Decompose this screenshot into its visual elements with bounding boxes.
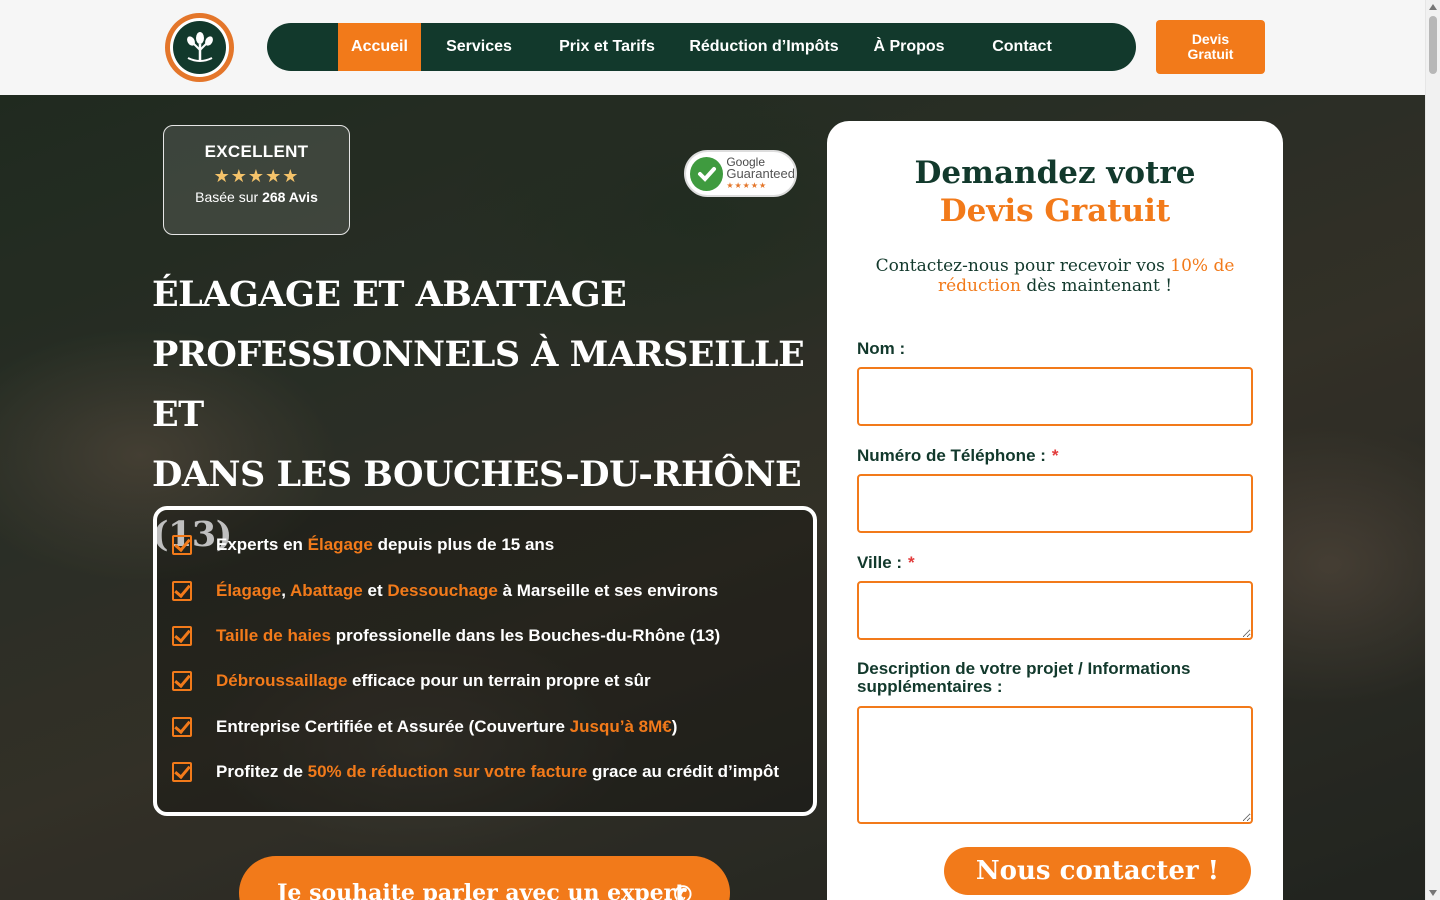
phone-icon: ✆ [673, 882, 692, 900]
feature-text: Profitez de 50% de réduction sur votre f… [216, 759, 779, 785]
feature-item: Profitez de 50% de réduction sur votre f… [172, 759, 779, 785]
scroll-up-icon[interactable] [1429, 4, 1437, 10]
nav-item-prix-tarifs[interactable]: Prix et Tarifs [549, 23, 665, 71]
hero-title-line1: ÉLAGAGE ET ABATTAGE [152, 274, 627, 315]
features-list: Experts en Élagage depuis plus de 15 ans… [153, 506, 817, 816]
feature-text: Entreprise Certifiée et Assurée (Couvert… [216, 714, 677, 740]
logo[interactable] [165, 13, 234, 82]
feature-text-segment: Experts en [216, 535, 308, 554]
feature-text-segment: Profitez de [216, 762, 308, 781]
checkbox-check-icon [172, 762, 192, 782]
feature-text-segment: ) [671, 717, 678, 736]
hero-section: EXCELLENT ★★★★★ Basée sur 268 Avis Googl… [0, 95, 1425, 900]
nav-item-accueil[interactable]: Accueil [338, 23, 421, 71]
google-badge-text: Google Guaranteed ★★★★★ [726, 156, 795, 192]
checkbox-check-icon [172, 671, 192, 691]
google-badge-line2: Guaranteed [726, 165, 795, 181]
google-badge-stars: ★★★★★ [726, 180, 768, 190]
description-label: Description de votre projet / Informatio… [857, 660, 1253, 696]
form-title-line2: Devis Gratuit [939, 193, 1171, 229]
required-marker: * [908, 553, 915, 572]
quote-form: Demandez votre Devis Gratuit Contactez-n… [827, 121, 1283, 900]
feature-highlight: Taille de haies [216, 626, 331, 645]
site-header: Accueil Services Prix et Tarifs Réductio… [0, 0, 1425, 95]
scrollbar-thumb[interactable] [1429, 16, 1437, 74]
feature-highlight: Élagage [307, 535, 373, 554]
feature-text-segment: à Marseille et ses environs [497, 581, 719, 600]
nav-item-contact[interactable]: Contact [981, 23, 1063, 71]
review-based-on: Basée sur [195, 189, 259, 205]
feature-item: Débroussaillage efficace pour un terrain… [172, 668, 651, 694]
feature-text-segment: efficace pour un terrain propre et sûr [347, 671, 651, 690]
feature-highlight: Élagage [216, 581, 282, 600]
review-summary[interactable]: EXCELLENT ★★★★★ Basée sur 268 Avis [163, 125, 350, 235]
feature-item: Élagage, Abattage et Dessouchage à Marse… [172, 578, 718, 604]
nav-item-services[interactable]: Services [435, 23, 523, 71]
name-label-text: Nom : [857, 339, 906, 358]
feature-text-segment: professionelle dans les Bouches-du-Rhône… [330, 626, 721, 645]
scrollbar[interactable] [1425, 0, 1440, 900]
devis-gratuit-button[interactable]: Devis Gratuit [1156, 20, 1265, 74]
feature-text-segment: grace au crédit d’impôt [587, 762, 780, 781]
city-label: Ville : * [857, 553, 915, 573]
feature-text: Experts en Élagage depuis plus de 15 ans [216, 532, 554, 558]
form-subtitle-b: dès maintenant ! [1020, 276, 1173, 296]
feature-highlight: Abattage [290, 581, 363, 600]
scroll-down-icon[interactable] [1429, 890, 1437, 896]
feature-highlight: Dessouchage [387, 581, 498, 600]
feature-text-segment: depuis plus de 15 ans [372, 535, 555, 554]
google-guaranteed-badge: Google Guaranteed ★★★★★ [684, 150, 797, 197]
phone-input[interactable] [857, 474, 1253, 533]
checkmark-icon [690, 156, 724, 191]
city-input[interactable] [857, 581, 1253, 640]
feature-text: Élagage, Abattage et Dessouchage à Marse… [216, 578, 718, 604]
talk-to-expert-label: Je souhaite parler avec un expert [277, 880, 686, 900]
form-subtitle: Contactez-nous pour recevoir vos 10% de … [867, 256, 1243, 296]
hero-title-line2: PROFESSIONNELS À MARSEILLE ET [152, 334, 805, 435]
review-count: Basée sur 268 Avis [164, 189, 349, 205]
nav-item-reduction-impots[interactable]: Réduction d’Impôts [687, 23, 841, 71]
review-rating-label: EXCELLENT [204, 142, 309, 161]
checkbox-check-icon [172, 626, 192, 646]
feature-text: Débroussaillage efficace pour un terrain… [216, 668, 651, 694]
description-input[interactable] [857, 706, 1253, 824]
phone-label-text: Numéro de Téléphone : [857, 446, 1046, 465]
name-label: Nom : [857, 339, 905, 359]
checkbox-check-icon [172, 535, 192, 555]
name-input[interactable] [857, 367, 1253, 426]
form-title-line1: Demandez votre [914, 155, 1196, 191]
feature-text: Taille de haies professionelle dans les … [216, 623, 720, 649]
city-label-text: Ville : [857, 553, 903, 572]
main-nav: Accueil Services Prix et Tarifs Réductio… [267, 23, 1136, 71]
review-count-value: 268 Avis [262, 189, 318, 205]
tree-icon [173, 21, 226, 74]
logo-ring [170, 18, 229, 77]
feature-text-segment: Entreprise Certifiée et Assurée (Couvert… [216, 717, 570, 736]
submit-button[interactable]: Nous contacter ! [944, 847, 1251, 895]
phone-label: Numéro de Téléphone : * [857, 446, 1059, 466]
feature-item: Experts en Élagage depuis plus de 15 ans [172, 532, 554, 558]
feature-highlight: Débroussaillage [216, 671, 348, 690]
talk-to-expert-button[interactable]: Je souhaite parler avec un expert ✆ [239, 856, 730, 900]
feature-highlight: 50% de réduction sur votre facture [307, 762, 588, 781]
star-rating-icon: ★★★★★ [213, 166, 300, 186]
feature-item: Taille de haies professionelle dans les … [172, 623, 720, 649]
required-marker: * [1051, 446, 1059, 465]
feature-text-segment: , [281, 581, 291, 600]
feature-highlight: Jusqu’à 8M€ [569, 717, 672, 736]
form-subtitle-a: Contactez-nous pour recevoir vos [875, 256, 1171, 276]
nav-item-a-propos[interactable]: À Propos [863, 23, 955, 71]
feature-item: Entreprise Certifiée et Assurée (Couvert… [172, 714, 677, 740]
checkbox-check-icon [172, 581, 192, 601]
feature-text-segment: et [362, 581, 388, 600]
description-label-text: Description de votre projet / Informatio… [857, 659, 1191, 696]
checkbox-check-icon [172, 717, 192, 737]
